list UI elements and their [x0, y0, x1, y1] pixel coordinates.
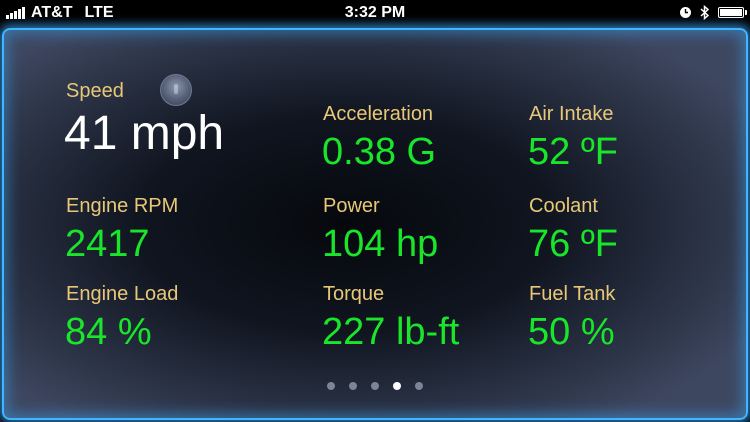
gauge-label: Engine Load	[66, 283, 179, 305]
status-bar: AT&T LTE 3:32 PM	[0, 0, 750, 26]
gauge-label: Speed	[66, 80, 124, 102]
page-dot[interactable]	[371, 382, 379, 390]
gauge-label: Acceleration	[323, 103, 434, 125]
gauge-label: Torque	[323, 283, 385, 305]
gauge-value: 227 lb-ft	[322, 311, 460, 353]
gauge-label: Coolant	[529, 195, 598, 217]
gauge-value: 50 %	[528, 311, 615, 353]
page-dot[interactable]	[393, 382, 401, 390]
page-dot[interactable]	[327, 382, 335, 390]
page-dot[interactable]	[415, 382, 423, 390]
status-right	[679, 5, 747, 20]
gauge-label: Fuel Tank	[529, 283, 616, 305]
clock-icon	[680, 7, 691, 18]
gauge-label: Power	[323, 195, 380, 217]
gauge-value: 52 ºF	[528, 131, 618, 173]
gauge-value-primary: 41 mph	[64, 107, 225, 160]
gauge-value: 84 %	[65, 311, 152, 353]
page-dot[interactable]	[349, 382, 357, 390]
gauge-panel[interactable]: Speed 41 mph Acceleration 0.38 G Air Int…	[2, 28, 748, 420]
gauge-value: 76 ºF	[528, 223, 618, 265]
gauge-value: 104 hp	[322, 223, 439, 265]
gauge-value: 0.38 G	[322, 131, 437, 173]
gauge-label: Engine RPM	[66, 195, 179, 217]
bluetooth-icon	[700, 5, 710, 20]
gauge-value: 2417	[65, 223, 150, 265]
status-time: 3:32 PM	[344, 4, 406, 21]
battery-icon	[718, 7, 747, 18]
gauge-label: Air Intake	[529, 103, 614, 125]
status-orb-icon[interactable]	[160, 74, 192, 106]
page-indicator[interactable]	[4, 382, 746, 390]
